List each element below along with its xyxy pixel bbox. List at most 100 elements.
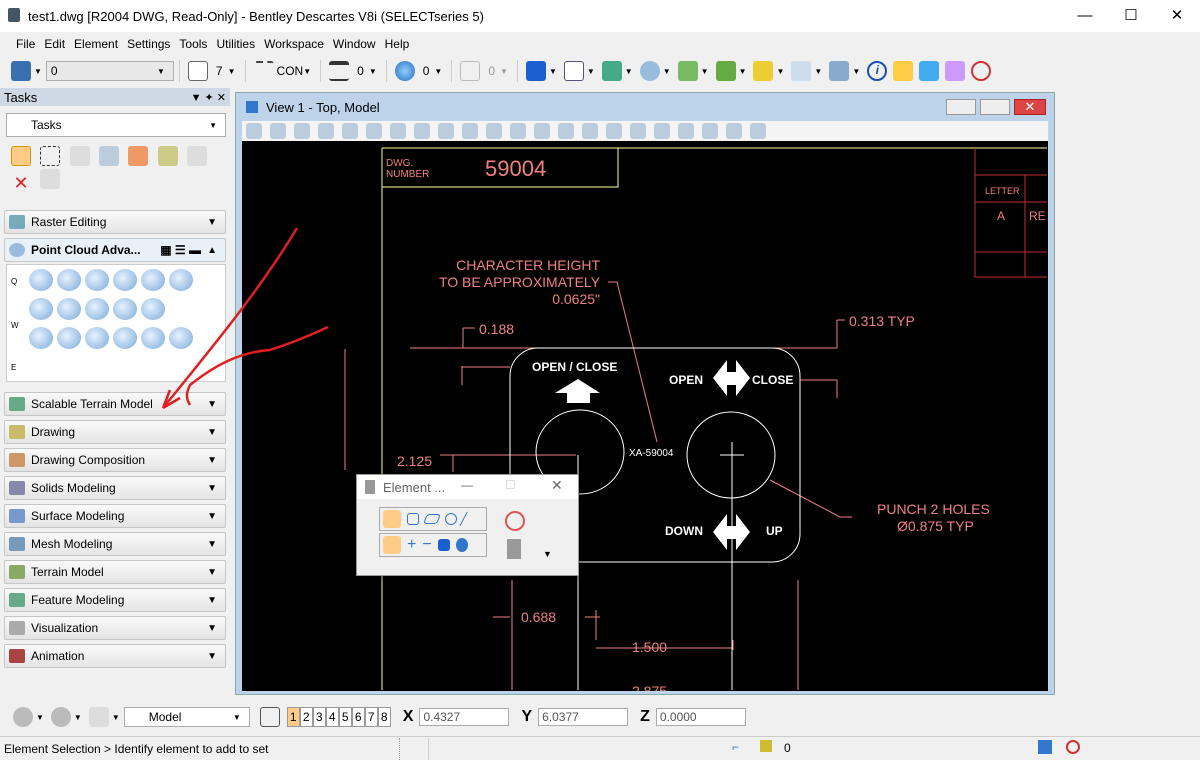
line-method-icon[interactable]: ╱ bbox=[460, 512, 467, 526]
view-tool-icon[interactable] bbox=[654, 123, 670, 139]
terrain-icon[interactable] bbox=[677, 61, 698, 81]
view-tool-icon[interactable] bbox=[246, 123, 262, 139]
section-scalable-terrain-model[interactable]: Scalable Terrain Model ▼ bbox=[4, 392, 226, 416]
menu-file[interactable]: File bbox=[16, 37, 35, 51]
subtract-mode-icon[interactable]: − bbox=[422, 536, 431, 554]
view-tool-icon[interactable] bbox=[318, 123, 334, 139]
view-cube-icon[interactable] bbox=[525, 61, 546, 81]
snap-mode-icon[interactable]: ⌐ bbox=[732, 740, 739, 754]
view-tool-icon[interactable] bbox=[510, 123, 526, 139]
view-tool-icon[interactable] bbox=[702, 123, 718, 139]
add-mode-icon[interactable]: + bbox=[407, 536, 416, 554]
line-weight-icon[interactable] bbox=[329, 61, 350, 81]
fence-tool[interactable] bbox=[40, 146, 61, 166]
page-icon[interactable] bbox=[563, 61, 584, 81]
drawing-canvas[interactable]: DWG. NUMBER 59004 LETTER A RE CHARACTER H… bbox=[242, 141, 1048, 691]
menu-element[interactable]: Element bbox=[74, 37, 118, 51]
element-selection-tool[interactable] bbox=[11, 146, 31, 166]
panel-controls[interactable]: ▼ ✦ ✕ bbox=[191, 91, 226, 104]
view-1-button[interactable]: 1 bbox=[286, 707, 300, 727]
view-tool-icon[interactable] bbox=[678, 123, 694, 139]
menu-window[interactable]: Window bbox=[333, 37, 376, 51]
point-cloud-tool-icon[interactable] bbox=[113, 269, 137, 291]
color-icon[interactable] bbox=[187, 61, 208, 81]
info-icon[interactable]: i bbox=[867, 61, 888, 81]
point-cloud-tool-icon[interactable] bbox=[85, 327, 109, 349]
shape-method-icon[interactable] bbox=[423, 514, 441, 524]
close-button[interactable]: ✕ bbox=[1154, 0, 1200, 32]
view-tool-icon[interactable] bbox=[366, 123, 382, 139]
section-feature-modeling[interactable]: Feature Modeling ▼ bbox=[4, 588, 226, 612]
clear-selection-icon[interactable] bbox=[505, 511, 525, 531]
point-cloud-tool-icon[interactable] bbox=[141, 269, 165, 291]
tool-9[interactable] bbox=[40, 169, 61, 189]
point-cloud-tool-icon[interactable] bbox=[57, 298, 81, 320]
view-8-button[interactable]: 8 bbox=[377, 707, 391, 727]
view-tool-icon[interactable] bbox=[534, 123, 550, 139]
snap-icon[interactable] bbox=[791, 61, 812, 81]
z-input[interactable]: 0.0000 bbox=[655, 708, 746, 726]
layers-icon[interactable] bbox=[715, 61, 736, 81]
point-cloud-tool-icon[interactable] bbox=[57, 269, 81, 291]
individual-method-icon[interactable] bbox=[383, 510, 401, 528]
transform-icon[interactable] bbox=[829, 61, 850, 81]
point-cloud-tool-icon[interactable] bbox=[113, 327, 137, 349]
point-cloud-tool-icon[interactable] bbox=[85, 269, 109, 291]
folder-search-icon[interactable] bbox=[893, 61, 914, 81]
circle-method-icon[interactable] bbox=[445, 513, 457, 525]
view-tool-icon[interactable] bbox=[582, 123, 598, 139]
new-mode-icon[interactable] bbox=[383, 536, 401, 554]
transparency-value[interactable]: 0 bbox=[423, 64, 430, 78]
point-cloud-tool-icon[interactable] bbox=[169, 327, 193, 349]
model-select[interactable]: Model ▼ bbox=[123, 707, 250, 727]
tool-4[interactable] bbox=[99, 146, 120, 166]
back-icon[interactable] bbox=[13, 707, 33, 727]
point-cloud-tool-icon[interactable] bbox=[29, 298, 53, 320]
x-input[interactable]: 0.4327 bbox=[419, 708, 510, 726]
point-cloud-icon[interactable] bbox=[639, 61, 660, 81]
view-tool-icon[interactable] bbox=[390, 123, 406, 139]
view-minimize-button[interactable] bbox=[946, 99, 976, 115]
section-terrain-model[interactable]: Terrain Model ▼ bbox=[4, 560, 226, 584]
view-tool-icon[interactable] bbox=[270, 123, 286, 139]
view-2-button[interactable]: 2 bbox=[299, 707, 313, 727]
task-select[interactable]: Tasks ▼ bbox=[6, 113, 226, 137]
sundial-icon[interactable] bbox=[88, 707, 109, 727]
section-raster-editing[interactable]: Raster Editing ▼ bbox=[4, 210, 226, 234]
section-surface-modeling[interactable]: Surface Modeling ▼ bbox=[4, 504, 226, 528]
menu-utilities[interactable]: Utilities bbox=[216, 37, 255, 51]
no-entry-status-icon[interactable] bbox=[1066, 740, 1080, 754]
view-tool-icon[interactable] bbox=[750, 123, 766, 139]
color-value[interactable]: 7 bbox=[216, 64, 223, 78]
view-tool-icon[interactable] bbox=[726, 123, 742, 139]
priority-value[interactable]: 0 bbox=[488, 64, 495, 78]
view-tool-icon[interactable] bbox=[414, 123, 430, 139]
view-4-button[interactable]: 4 bbox=[325, 707, 339, 727]
invert-mode-icon[interactable] bbox=[437, 539, 450, 551]
section-drawing[interactable]: Drawing ▼ bbox=[4, 420, 226, 444]
view-tool-icon[interactable] bbox=[606, 123, 622, 139]
tool-7[interactable] bbox=[187, 146, 208, 166]
minimize-button[interactable]: — bbox=[1062, 0, 1108, 32]
section-drawing-composition[interactable]: Drawing Composition ▼ bbox=[4, 448, 226, 472]
view-3-button[interactable]: 3 bbox=[312, 707, 326, 727]
pointer-icon[interactable] bbox=[507, 539, 521, 559]
point-cloud-tool-icon[interactable] bbox=[57, 327, 81, 349]
tool-5[interactable] bbox=[128, 146, 149, 166]
tool-3[interactable] bbox=[69, 146, 90, 166]
view-7-button[interactable]: 7 bbox=[364, 707, 378, 727]
view-tool-icon[interactable] bbox=[294, 123, 310, 139]
menu-settings[interactable]: Settings bbox=[127, 37, 170, 51]
view-close-button[interactable]: ✕ bbox=[1014, 99, 1046, 115]
section-mesh-modeling[interactable]: Mesh Modeling ▼ bbox=[4, 532, 226, 556]
point-cloud-tool-icon[interactable] bbox=[85, 298, 109, 320]
block-method-icon[interactable] bbox=[407, 513, 419, 525]
section-animation[interactable]: Animation ▼ bbox=[4, 644, 226, 668]
point-cloud-tool-icon[interactable] bbox=[29, 327, 53, 349]
select-all-icon[interactable] bbox=[455, 538, 468, 552]
point-cloud-tool-icon[interactable] bbox=[141, 298, 165, 320]
linestyle-value[interactable]: CON bbox=[277, 64, 304, 78]
expand-arrow[interactable]: ▼ bbox=[543, 549, 552, 559]
view-6-button[interactable]: 6 bbox=[351, 707, 365, 727]
view-tool-icon[interactable] bbox=[630, 123, 646, 139]
